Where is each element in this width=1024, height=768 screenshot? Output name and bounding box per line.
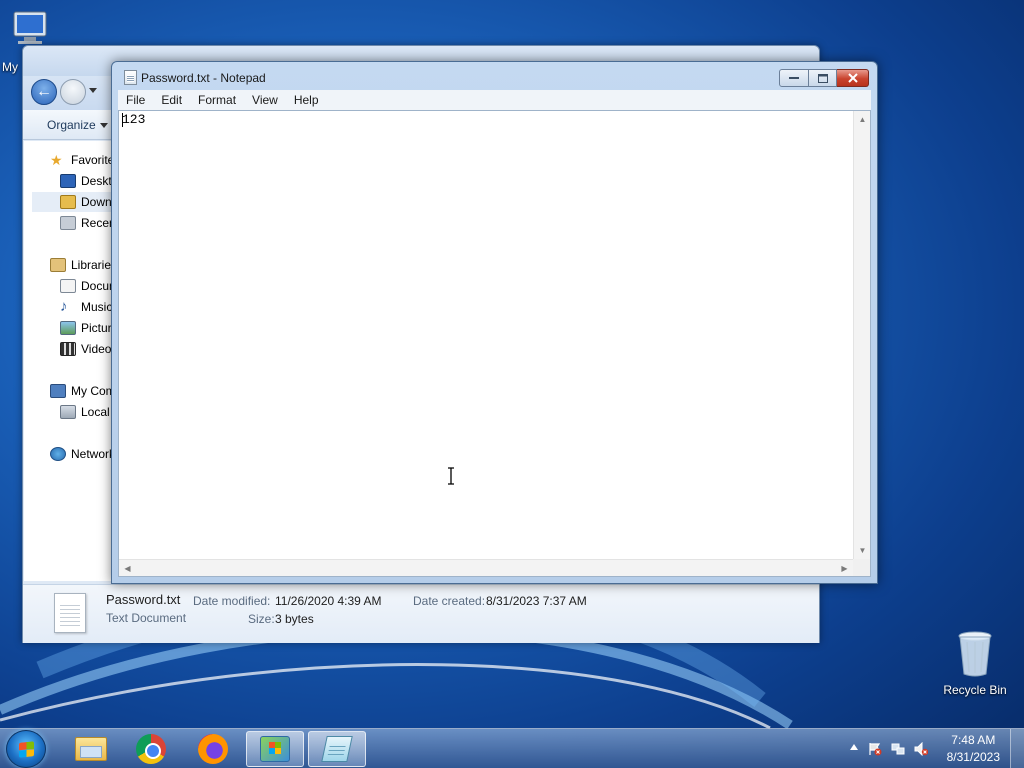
maximize-button[interactable]	[809, 69, 837, 87]
text-document-icon	[54, 593, 86, 633]
details-date-modified-label: Date modified:	[193, 594, 271, 608]
film-strip-icon	[60, 342, 76, 356]
taskbar-firefox-button[interactable]	[184, 731, 242, 767]
desktop-icon-recycle-bin[interactable]: Recycle Bin	[940, 630, 1010, 697]
documents-icon	[60, 279, 76, 293]
recent-places-icon	[60, 216, 76, 230]
nav-item-label: Music	[81, 300, 113, 314]
downloads-folder-icon	[60, 195, 76, 209]
hard-drive-icon	[60, 405, 76, 419]
desktop-icon	[60, 174, 76, 188]
scroll-down-arrow-icon[interactable]: ▼	[854, 542, 871, 559]
notepad-icon	[321, 736, 353, 762]
notepad-titlebar[interactable]: Password.txt - Notepad	[124, 70, 266, 85]
scroll-up-arrow-icon[interactable]: ▲	[854, 111, 871, 128]
nav-item-label: Downloads	[81, 195, 114, 209]
action-center-flag-icon[interactable]	[868, 742, 882, 756]
taskbar-notepad-button[interactable]	[308, 731, 366, 767]
vertical-scrollbar[interactable]: ▲ ▼	[853, 111, 870, 559]
menu-format[interactable]: Format	[190, 93, 244, 107]
scroll-left-arrow-icon[interactable]: ◀	[119, 560, 136, 577]
volume-muted-icon[interactable]	[914, 742, 928, 756]
maximize-icon	[817, 73, 828, 83]
minimize-icon	[789, 77, 799, 79]
libraries-icon	[50, 258, 66, 272]
network-icon[interactable]	[891, 742, 905, 756]
organize-label: Organize	[47, 118, 96, 132]
desktop-icon-label: Recycle Bin	[943, 683, 1007, 697]
forward-button[interactable]	[60, 79, 86, 105]
taskbar-chrome-button[interactable]	[122, 731, 180, 767]
details-size-label: Size:	[248, 612, 275, 626]
computer-icon	[50, 384, 66, 398]
taskbar-explorer-button[interactable]	[62, 731, 120, 767]
window-title: Password.txt - Notepad	[141, 70, 266, 85]
computer-icon	[13, 11, 47, 44]
firefox-icon	[198, 734, 228, 764]
nav-item-videos[interactable]: Videos	[60, 339, 117, 359]
notepad-window[interactable]: Password.txt - Notepad File Edit Format …	[111, 61, 878, 584]
star-icon: ★	[50, 152, 63, 168]
notepad-icon	[124, 70, 137, 85]
organize-button[interactable]: Organize	[47, 118, 108, 132]
details-file-type: Text Document	[106, 611, 187, 625]
recycle-bin-icon	[958, 631, 992, 677]
pictures-icon	[60, 321, 76, 335]
text-caret	[122, 113, 123, 127]
nav-item-network[interactable]: Network	[50, 444, 115, 464]
nav-item-libraries[interactable]: Libraries	[50, 255, 117, 275]
details-pane: Password.txt Text Document Date modified…	[23, 584, 819, 643]
window-controls	[779, 69, 869, 87]
details-file-name: Password.txt	[106, 592, 181, 607]
back-button[interactable]: ←	[31, 79, 57, 105]
start-button[interactable]	[6, 730, 46, 768]
menu-help[interactable]: Help	[286, 93, 327, 107]
nav-item-label: Network	[71, 447, 116, 461]
scroll-right-arrow-icon[interactable]: ▶	[836, 560, 853, 577]
network-globe-icon	[50, 447, 66, 461]
notepad-menubar: File Edit Format View Help	[118, 90, 871, 110]
details-size-value: 3 bytes	[275, 612, 314, 626]
menu-edit[interactable]: Edit	[153, 93, 190, 107]
chrome-icon	[136, 734, 166, 764]
details-date-created-label: Date created:	[413, 594, 486, 608]
notepad-text-area[interactable]: 123 ▲ ▼ ◀ ▶	[118, 110, 871, 577]
navigation-pane: ★ Favorites Desktop Downloads Recent Pla…	[24, 141, 158, 581]
menu-file[interactable]: File	[118, 93, 153, 107]
show-hidden-icons-icon[interactable]	[850, 744, 858, 750]
clock-date: 8/31/2023	[946, 750, 1000, 764]
taskbar-clock[interactable]: 7:48 AM 8/31/2023	[947, 732, 1000, 766]
nav-item-favorites[interactable]: ★ Favorites	[50, 150, 120, 170]
close-icon	[847, 73, 858, 83]
chevron-down-icon	[99, 123, 108, 129]
music-note-icon: ♪	[60, 298, 68, 315]
nav-item-music[interactable]: ♪ Music	[60, 297, 112, 317]
taskbar: 7:48 AM 8/31/2023	[0, 728, 1024, 768]
system-tray: 7:48 AM 8/31/2023	[834, 729, 1024, 768]
taskbar-app-button[interactable]	[246, 731, 304, 767]
app-icon	[260, 736, 290, 762]
menu-view[interactable]: View	[244, 93, 286, 107]
desktop-icon-my-computer[interactable]: My	[0, 10, 60, 74]
notepad-content: 123	[122, 112, 146, 127]
recent-pages-dropdown[interactable]	[89, 88, 97, 93]
minimize-button[interactable]	[779, 69, 809, 87]
windows-explorer-icon	[75, 737, 107, 761]
desktop-icon-label: My	[2, 60, 18, 74]
close-button[interactable]	[837, 69, 869, 87]
resize-grip-icon[interactable]	[853, 559, 870, 576]
show-desktop-button[interactable]	[1010, 729, 1024, 768]
horizontal-scrollbar[interactable]: ◀ ▶	[119, 559, 853, 576]
nav-item-downloads[interactable]: Downloads	[32, 192, 114, 212]
ibeam-cursor-icon	[448, 467, 454, 485]
details-date-modified-value: 11/26/2020 4:39 AM	[275, 594, 382, 608]
details-date-created-value: 8/31/2023 7:37 AM	[486, 594, 587, 608]
clock-time: 7:48 AM	[951, 733, 996, 747]
